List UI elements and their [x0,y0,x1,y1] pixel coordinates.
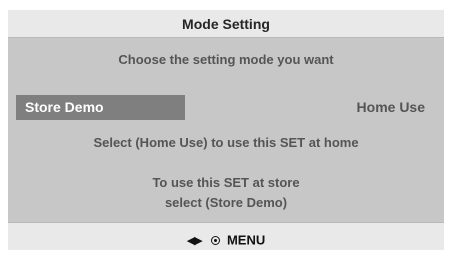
dialog-title: Mode Setting [8,10,444,38]
home-use-hint: Select (Home Use) to use this SET at hom… [93,135,359,150]
dialog-subtitle: Choose the setting mode you want [118,52,334,67]
store-demo-hint: To use this SET at store select (Store D… [8,173,444,213]
mode-setting-dialog: Mode Setting Choose the setting mode you… [8,10,444,250]
store-demo-hint-line1: To use this SET at store [152,175,300,190]
footer-bar: ◀▶ MENU [8,222,444,250]
store-demo-hint-line2: select (Store Demo) [164,195,288,210]
ok-circle-icon [211,236,221,246]
menu-label: MENU [226,232,266,248]
home-use-option[interactable]: Home Use [357,95,425,120]
store-demo-option[interactable]: Store Demo [16,95,185,120]
left-right-arrows-icon: ◀▶ [186,234,203,247]
